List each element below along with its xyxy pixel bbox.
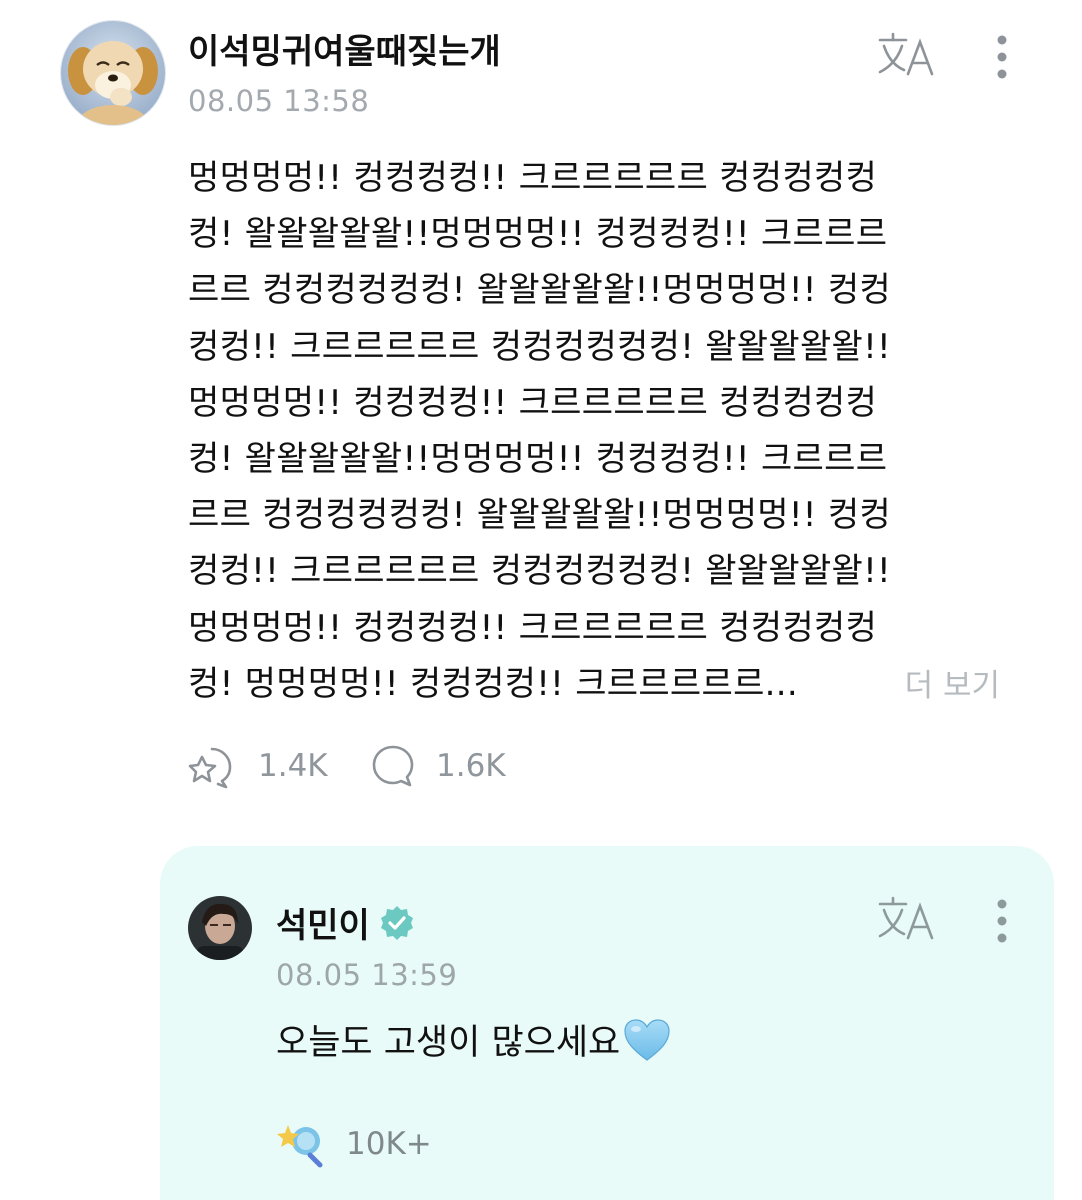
author-avatar[interactable] (60, 20, 166, 126)
post-body-text: 멍멍멍멍!! 컹컹컹컹!! 크르르르르르 컹컹컹컹컹 컹! 왈왈왈왈왈!!멍멍멍… (188, 158, 891, 704)
reply-message-text: 오늘도 고생이 많으세요 (276, 1023, 621, 1063)
translate-icon (878, 32, 934, 76)
fan-post-screen: 이석밍귀여울때짖는개 08.05 13:58 멍멍멍멍!! 컹컹컹컹!! 크르르… (0, 0, 1082, 1200)
artist-reaction-icon (277, 1125, 323, 1168)
reaction-icon (188, 747, 232, 789)
more-vertical-icon (997, 35, 1007, 79)
light-blue-heart-emoji (624, 1018, 670, 1061)
reply-reaction-button[interactable]: 10K+ (276, 1118, 432, 1170)
translate-button[interactable] (876, 30, 936, 80)
reply-author-avatar[interactable] (188, 896, 252, 960)
comment-button[interactable]: 1.6K (370, 740, 506, 792)
reaction-count: 1.4K (258, 748, 328, 784)
translate-icon (878, 896, 934, 940)
post-timestamp: 08.05 13:58 (188, 84, 370, 118)
more-vertical-icon (997, 899, 1007, 943)
verified-badge-icon (380, 905, 413, 940)
reaction-button[interactable]: 1.4K (188, 740, 328, 792)
reply-message: 오늘도 고생이 많으세요 (276, 1014, 672, 1065)
artist-avatar-image (188, 896, 252, 960)
reply-translate-button[interactable] (876, 894, 936, 944)
comment-icon (372, 745, 414, 787)
author-name[interactable]: 이석밍귀여울때짖는개 (188, 24, 501, 73)
puppy-avatar-image (61, 21, 165, 125)
reply-author-label: 석민이 (276, 906, 370, 946)
more-options-button[interactable] (990, 32, 1014, 88)
reply-timestamp: 08.05 13:59 (276, 958, 458, 992)
text-fade (836, 662, 890, 710)
reply-author-name[interactable]: 석민이 (276, 898, 416, 947)
comment-count: 1.6K (436, 748, 506, 784)
see-more-link[interactable]: 더 보기 (890, 662, 1000, 710)
reply-more-options-button[interactable] (990, 896, 1014, 952)
reply-reaction-count: 10K+ (346, 1126, 432, 1162)
